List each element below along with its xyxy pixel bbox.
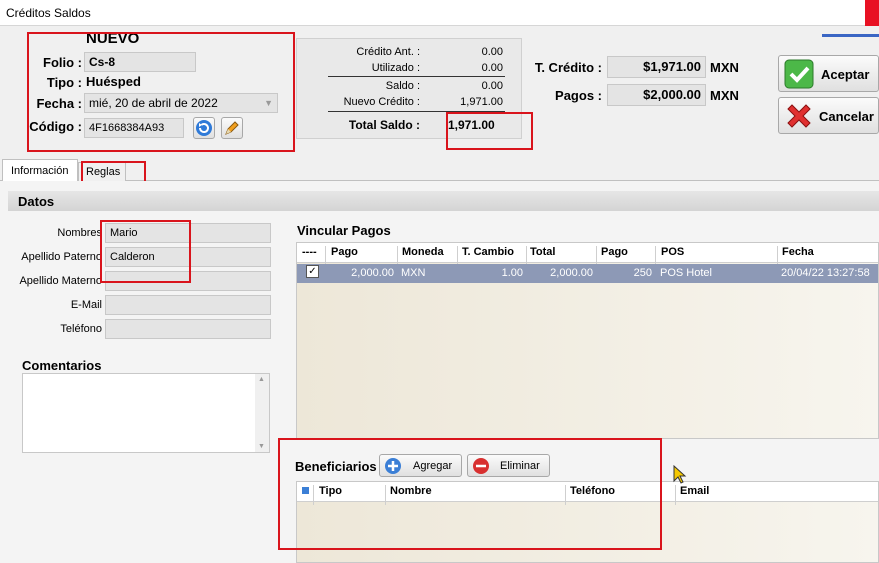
utilizado-label: Utilizado : <box>371 62 420 74</box>
materno-label: Apellido Materno <box>19 275 102 287</box>
row-t-cambio: 1.00 <box>501 267 523 279</box>
col-check: ---- <box>302 246 317 258</box>
pagos-grid: ---- Pago Moneda T. Cambio Total Pago PO… <box>296 242 879 439</box>
credito-ant-label: Crédito Ant. : <box>356 46 420 58</box>
scroll-up-icon[interactable]: ▲ <box>258 376 265 383</box>
col-t-cambio[interactable]: T. Cambio <box>462 246 514 258</box>
vincular-pagos-title: Vincular Pagos <box>297 223 391 238</box>
row-pos: POS Hotel <box>660 267 712 279</box>
t-credito-currency: MXN <box>710 60 739 75</box>
scroll-down-icon[interactable]: ▼ <box>258 443 265 450</box>
tab-informacion-label: Información <box>11 165 69 177</box>
nuevo-credito-value: 1,971.00 <box>460 96 503 108</box>
email-label: E-Mail <box>70 299 102 311</box>
nombres-label: Nombres <box>57 227 102 239</box>
beneficiarios-highlight <box>278 438 662 550</box>
accept-button[interactable]: Aceptar <box>778 55 879 92</box>
datos-title: Datos <box>18 194 55 209</box>
row-total: 2,000.00 <box>550 267 593 279</box>
telefono-field[interactable] <box>105 319 271 339</box>
saldo-label: Saldo : <box>385 80 420 92</box>
col-moneda[interactable]: Moneda <box>402 246 444 258</box>
t-credito-label: T. Crédito : <box>534 60 602 75</box>
email-field[interactable] <box>105 295 271 315</box>
total-saldo-label: Total Saldo : <box>348 118 420 132</box>
credito-ant-value: 0.00 <box>481 46 503 58</box>
cancel-button[interactable]: Cancelar <box>778 97 879 134</box>
tab-informacion[interactable]: Información <box>2 159 78 182</box>
col-pago-2[interactable]: Pago <box>601 246 628 258</box>
datos-header-bar <box>8 191 879 211</box>
window-titlebar: Créditos Saldos <box>0 0 879 26</box>
saldo-value: 0.00 <box>481 80 503 92</box>
row-pago: 2,000.00 <box>351 267 394 279</box>
comentarios-textarea[interactable]: ▲ ▼ <box>22 373 270 453</box>
close-button-fragment[interactable] <box>865 0 879 26</box>
top-right-accent <box>822 34 879 37</box>
cancel-label: Cancelar <box>819 109 874 124</box>
row-pago-2: 250 <box>633 267 652 279</box>
total-highlight <box>446 112 533 150</box>
col-fecha[interactable]: Fecha <box>782 246 814 258</box>
table-row[interactable]: ✓ 2,000.00 MXN 1.00 2,000.00 250 POS Hot… <box>297 264 878 283</box>
col-total[interactable]: Total <box>530 246 555 258</box>
row-fecha: 20/04/22 13:27:58 <box>781 267 870 279</box>
pagos-label: Pagos : <box>555 88 602 103</box>
pagos-grid-header: ---- Pago Moneda T. Cambio Total Pago PO… <box>297 243 878 266</box>
telefono-label: Teléfono <box>60 323 102 335</box>
pagos-currency: MXN <box>710 88 739 103</box>
paterno-label: Apellido Paterno <box>21 251 102 263</box>
col-pago[interactable]: Pago <box>331 246 358 258</box>
accept-label: Aceptar <box>821 67 870 82</box>
checkmark-icon <box>784 59 814 89</box>
names-highlight <box>100 220 191 283</box>
summary-divider <box>328 76 505 77</box>
col-pos[interactable]: POS <box>661 246 684 258</box>
comentarios-scrollbar[interactable]: ▲ ▼ <box>255 374 269 452</box>
cross-icon <box>787 104 811 128</box>
header-highlight <box>27 32 295 152</box>
t-credito-field: $1,971.00 <box>607 56 706 78</box>
nuevo-credito-label: Nuevo Crédito : <box>343 96 420 108</box>
window-title: Créditos Saldos <box>6 6 91 20</box>
pagos-field: $2,000.00 <box>607 84 706 106</box>
row-moneda: MXN <box>401 267 426 279</box>
col-email[interactable]: Email <box>680 485 709 497</box>
row-checkbox[interactable]: ✓ <box>306 265 319 278</box>
cursor-icon <box>673 465 687 484</box>
utilizado-value: 0.00 <box>481 62 503 74</box>
comentarios-label: Comentarios <box>22 358 102 373</box>
